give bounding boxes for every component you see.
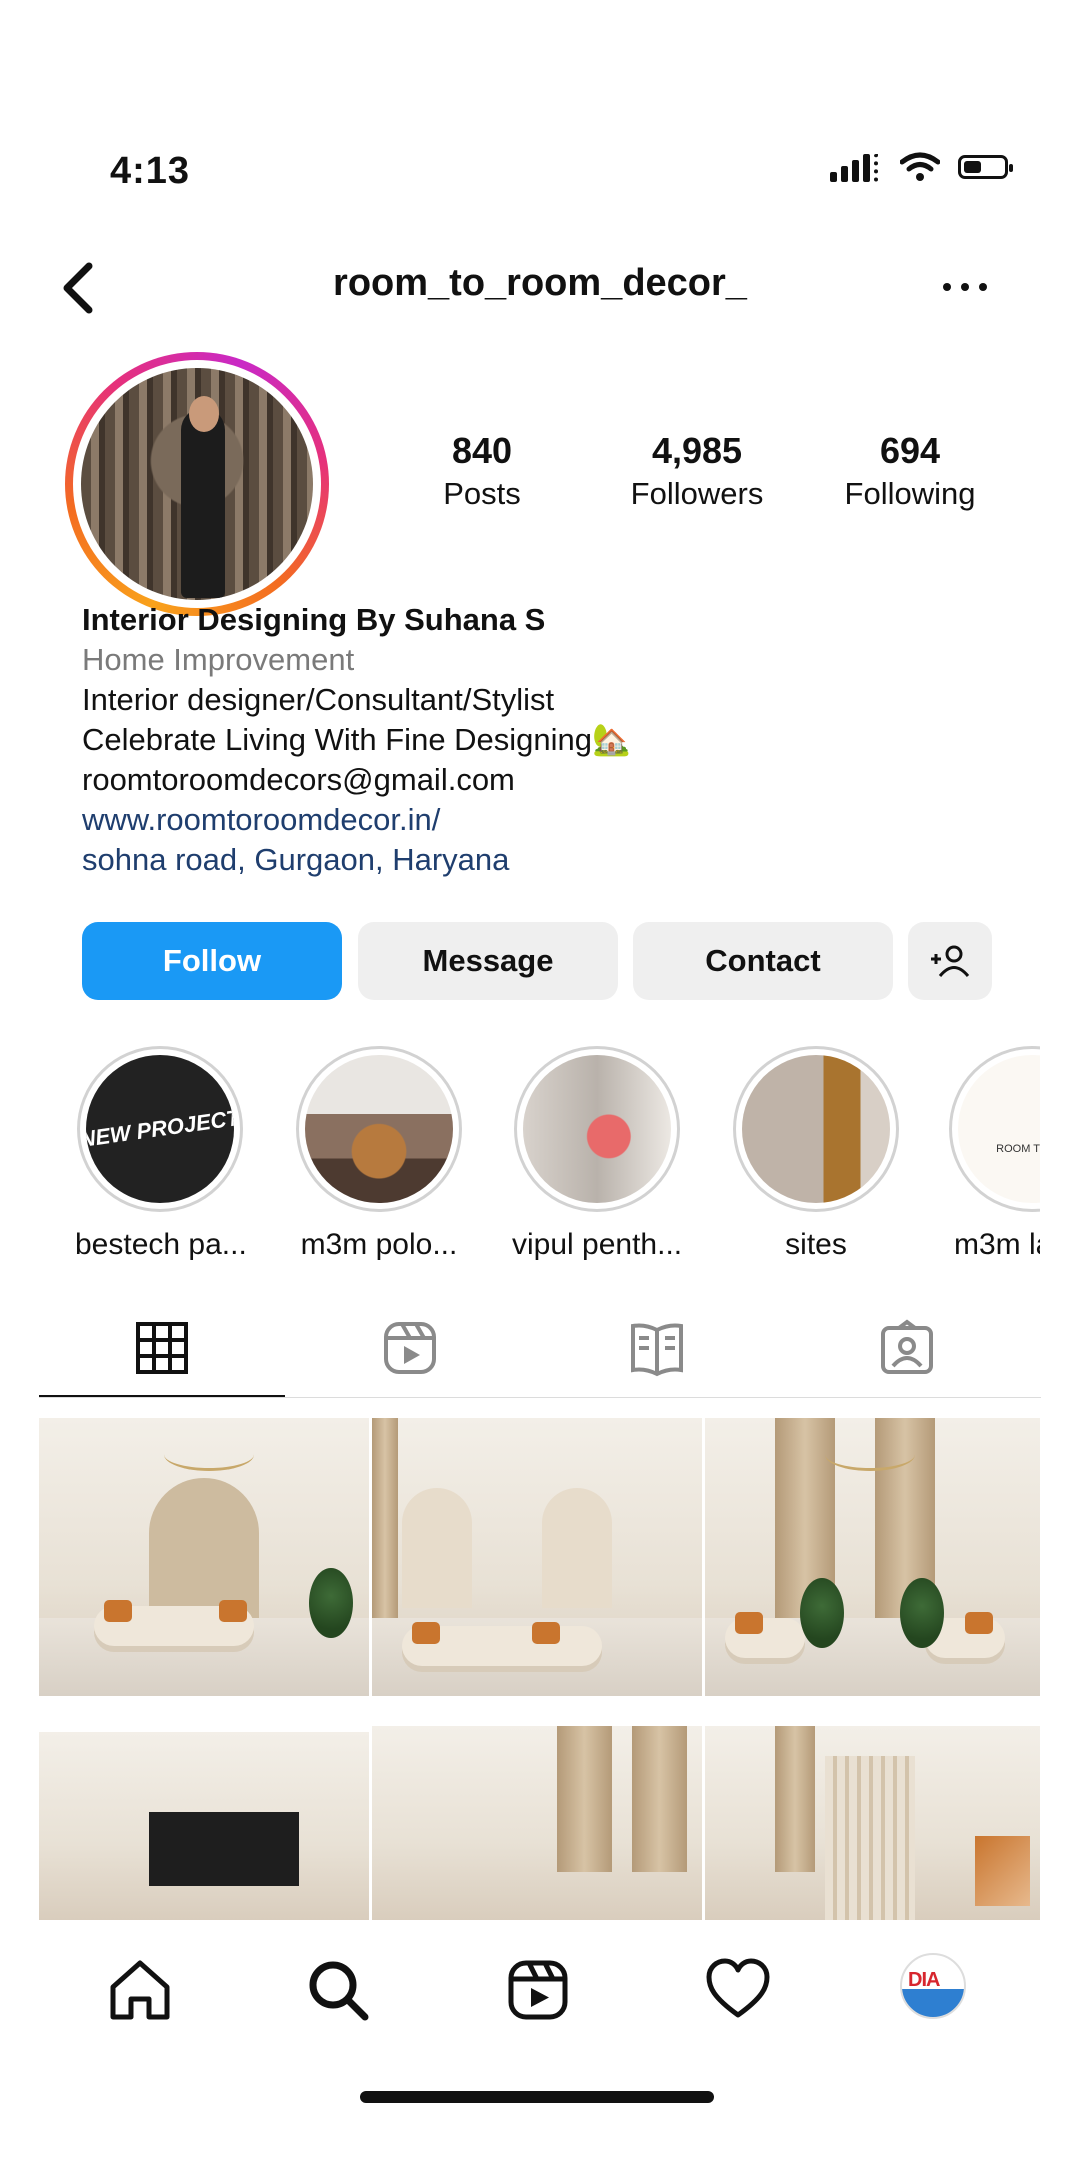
grid-icon[interactable] bbox=[132, 1318, 192, 1378]
bio-category: Home Improvement bbox=[82, 642, 355, 677]
highlight-label: bestech pa... bbox=[75, 1228, 247, 1261]
post-thumbnail[interactable] bbox=[372, 1726, 702, 1920]
profile-username: room_to_room_decor_ bbox=[333, 262, 747, 304]
following-stat[interactable]: 694 Following bbox=[810, 430, 1010, 512]
posts-stat[interactable]: 840 Posts bbox=[382, 430, 582, 512]
bio-website-link[interactable]: www.roomtoroomdecor.in/ bbox=[82, 800, 631, 840]
post-thumbnail[interactable] bbox=[39, 1418, 369, 1696]
posts-count: 840 bbox=[451, 430, 513, 471]
profile-avatar-nav[interactable]: DIA bbox=[900, 1953, 966, 2019]
highlight-image-text: ROOM TO RO bbox=[996, 1143, 1040, 1155]
post-thumbnail[interactable] bbox=[372, 1418, 702, 1696]
battery-icon bbox=[958, 155, 1013, 179]
highlight-image-text: NEW PROJECT bbox=[86, 1104, 234, 1153]
battery-fill bbox=[964, 161, 981, 173]
more-icon[interactable] bbox=[935, 275, 995, 299]
followers-label: Followers bbox=[630, 476, 764, 511]
contact-button[interactable]: Contact bbox=[633, 922, 893, 1000]
highlight-label: m3m la bbox=[954, 1228, 1040, 1261]
followers-stat[interactable]: 4,985 Followers bbox=[597, 430, 797, 512]
add-user-button[interactable] bbox=[908, 922, 992, 1000]
reels-nav-icon[interactable] bbox=[503, 1955, 573, 2025]
signal-icon bbox=[830, 152, 882, 182]
highlight-label: m3m polo... bbox=[300, 1228, 458, 1261]
highlight-item[interactable]: sites bbox=[731, 1046, 901, 1262]
highlight-item[interactable]: m3m polo... bbox=[294, 1046, 464, 1262]
followers-count: 4,985 bbox=[651, 430, 743, 471]
following-label: Following bbox=[844, 476, 976, 511]
tab-divider bbox=[39, 1397, 1041, 1398]
bio-line-1: Interior designer/Consultant/Stylist bbox=[82, 682, 555, 717]
bio-line-2: Celebrate Living With Fine Designing🏡 bbox=[82, 722, 631, 757]
post-thumbnail[interactable] bbox=[705, 1418, 1040, 1696]
bio-location-link[interactable]: sohna road, Gurgaon, Haryana bbox=[82, 840, 631, 880]
highlight-item[interactable]: ROOM TO RO m3m la bbox=[949, 1046, 1040, 1286]
posts-label: Posts bbox=[443, 476, 521, 511]
tagged-icon[interactable] bbox=[877, 1318, 937, 1378]
bio-name: Interior Designing By Suhana S bbox=[82, 602, 546, 637]
following-count: 694 bbox=[879, 430, 941, 471]
status-time: 4:13 bbox=[110, 150, 191, 192]
home-indicator bbox=[360, 2091, 714, 2103]
home-icon[interactable] bbox=[105, 1955, 175, 2025]
follow-button[interactable]: Follow bbox=[82, 922, 342, 1000]
highlight-label: vipul penth... bbox=[512, 1228, 683, 1261]
profile-avatar[interactable] bbox=[65, 352, 329, 616]
highlight-item[interactable]: NEW PROJECT bestech pa... bbox=[75, 1046, 247, 1262]
bio-email: roomtoroomdecors@gmail.com bbox=[82, 762, 515, 797]
heart-icon[interactable] bbox=[703, 1955, 773, 2025]
reels-icon[interactable] bbox=[380, 1318, 440, 1378]
status-icons bbox=[830, 152, 1013, 182]
message-button[interactable]: Message bbox=[358, 922, 618, 1000]
profile-photo bbox=[81, 368, 313, 600]
profile-bio: Interior Designing By Suhana S Home Impr… bbox=[82, 600, 631, 880]
highlight-item[interactable]: vipul penth... bbox=[512, 1046, 682, 1262]
search-icon[interactable] bbox=[303, 1955, 373, 2025]
post-thumbnail[interactable] bbox=[39, 1732, 369, 1920]
add-user-icon bbox=[931, 945, 970, 977]
highlight-label: sites bbox=[785, 1228, 847, 1261]
guides-icon[interactable] bbox=[627, 1318, 687, 1378]
wifi-icon bbox=[900, 152, 940, 181]
post-thumbnail[interactable] bbox=[705, 1726, 1040, 1920]
